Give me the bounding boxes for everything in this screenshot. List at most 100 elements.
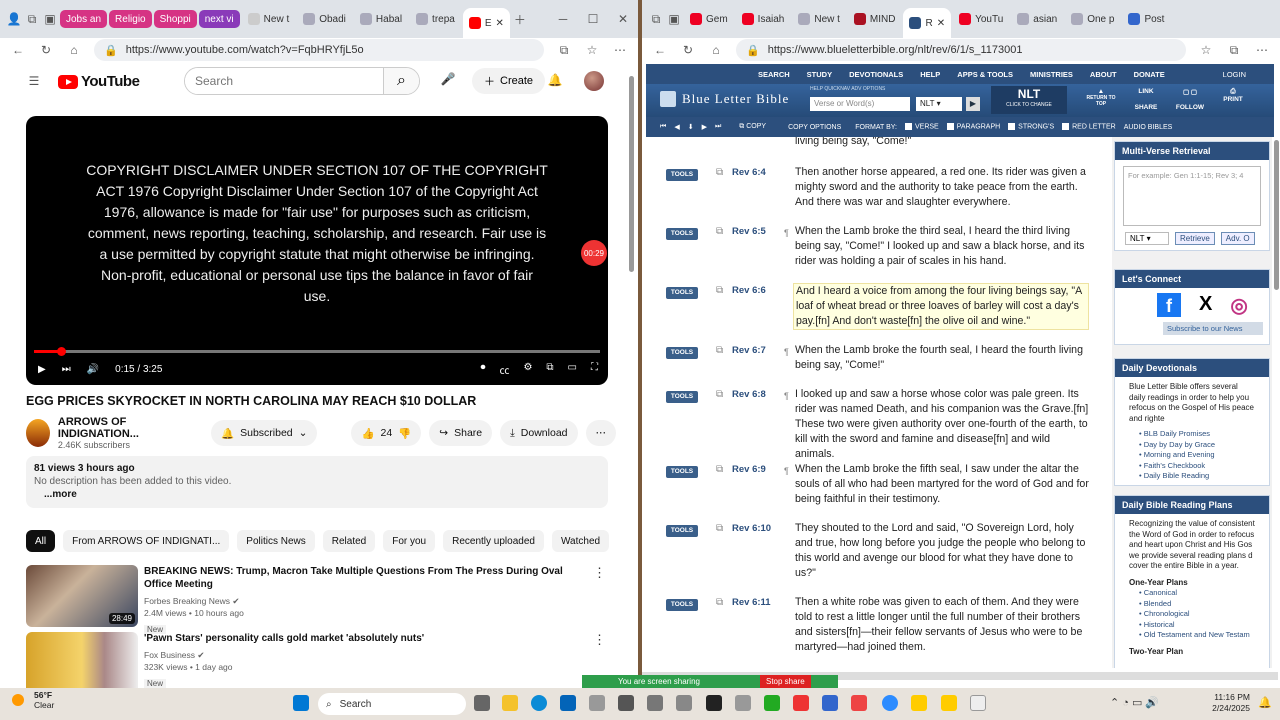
favorite-star-icon[interactable]: ☆ xyxy=(1198,42,1214,58)
mic-icon[interactable]: 🎤 xyxy=(440,71,456,87)
capcut-icon[interactable] xyxy=(706,695,722,711)
home-icon[interactable]: ⌂ xyxy=(708,42,724,58)
play-icon[interactable]: ▶ xyxy=(38,364,46,375)
tools-button[interactable]: TOOLS xyxy=(666,228,698,240)
nav-donate[interactable]: DONATE xyxy=(1134,70,1165,79)
more-vertical-icon[interactable]: ⋮ xyxy=(593,565,606,637)
follow-icons[interactable]: ▢ ▢ xyxy=(1168,88,1212,96)
blb-tab-6[interactable]: asian xyxy=(1011,5,1063,33)
audio-bibles-button[interactable]: AUDIO BIBLES xyxy=(1124,124,1173,131)
tools-button[interactable]: TOOLS xyxy=(666,466,698,478)
sticky-notes-icon[interactable] xyxy=(911,695,927,711)
autoplay-toggle-icon[interactable]: ⏺ xyxy=(480,362,485,377)
scrollbar[interactable] xyxy=(1274,140,1279,290)
retrieve-button[interactable]: Retrieve xyxy=(1175,232,1215,245)
more-actions-button[interactable]: ⋯ xyxy=(585,420,616,446)
yt-tab-2[interactable]: Shoppi xyxy=(153,10,197,28)
file-explorer-icon[interactable] xyxy=(502,695,518,711)
refresh-icon[interactable]: ↻ xyxy=(680,42,696,58)
next-icon[interactable]: ▶ xyxy=(702,123,707,131)
scrollbar[interactable] xyxy=(629,76,634,272)
taskbar-search[interactable]: ⌕ Search xyxy=(318,693,466,715)
weather-widget[interactable]: 56°F Clear xyxy=(12,690,54,710)
chip-from-channel[interactable]: From ARROWS OF INDIGNATI... xyxy=(63,530,230,552)
next-icon[interactable]: ⏭ xyxy=(62,364,71,375)
notifications-icon[interactable]: 🔔 xyxy=(1258,696,1272,709)
app-icon[interactable] xyxy=(941,695,957,711)
xbox-icon[interactable] xyxy=(764,695,780,711)
verse-ref[interactable]: Rev 6:7 xyxy=(732,345,766,356)
tools-button[interactable]: TOOLS xyxy=(666,599,698,611)
blb-tab-2[interactable]: New t xyxy=(792,5,846,33)
verse-ref[interactable]: Rev 6:10 xyxy=(732,523,771,534)
minimize-icon[interactable]: ─ xyxy=(548,12,578,26)
progress-bar[interactable] xyxy=(34,347,600,356)
devo-link[interactable]: Daily Bible Reading xyxy=(1139,471,1255,482)
tab-actions-icon[interactable]: ▣ xyxy=(666,11,682,27)
select-icon[interactable]: ⬇ xyxy=(688,123,694,131)
verse-ref[interactable]: Rev 6:11 xyxy=(732,597,771,608)
plan-link[interactable]: Historical xyxy=(1139,620,1255,631)
yt-tab-7[interactable]: trepa xyxy=(410,5,461,33)
copy-verse-icon[interactable]: ⧉ xyxy=(716,597,723,608)
close-tab-icon[interactable]: ✕ xyxy=(937,18,945,29)
task-view-icon[interactable] xyxy=(474,695,490,711)
nav-ministries[interactable]: MINISTRIES xyxy=(1030,70,1073,79)
mvr-textarea[interactable]: For example: Gen 1:1-15; Rev 3; 4 xyxy=(1123,166,1261,226)
chip-related[interactable]: Related xyxy=(322,530,376,552)
first-icon[interactable]: ⏮ xyxy=(660,123,666,131)
verse-ref[interactable]: Rev 6:9 xyxy=(732,464,766,475)
yt-tab-8[interactable]: E ✕ xyxy=(462,8,510,38)
rec-channel[interactable]: Fox Business xyxy=(144,650,195,660)
refresh-icon[interactable]: ↻ xyxy=(38,42,54,58)
blb-tab-4[interactable]: R ✕ xyxy=(903,8,952,38)
recommendation-item[interactable]: 28:49 BREAKING NEWS: Trump, Macron Take … xyxy=(26,565,606,637)
favorite-star-icon[interactable]: ☆ xyxy=(584,42,600,58)
channel-name[interactable]: ARROWS OF INDIGNATION... xyxy=(58,416,203,440)
more-link[interactable]: ...more xyxy=(34,488,600,501)
subscribed-button[interactable]: 🔔 Subscribed ⌄ xyxy=(211,420,318,446)
app-icon[interactable] xyxy=(851,695,867,711)
miniplayer-icon[interactable]: ⧉ xyxy=(546,362,553,377)
nav-help[interactable]: HELP xyxy=(920,70,940,79)
search-button[interactable]: ⌕ xyxy=(383,68,419,94)
copy-verse-icon[interactable]: ⧉ xyxy=(716,523,723,534)
copy-verse-icon[interactable]: ⧉ xyxy=(716,285,723,296)
download-button[interactable]: ⤓ Download xyxy=(500,420,578,446)
app-icon[interactable] xyxy=(735,695,751,711)
new-tab-button[interactable]: ＋ xyxy=(512,11,528,27)
clock[interactable]: 11:16 PM 2/24/2025 xyxy=(1212,692,1250,714)
facebook-icon[interactable]: f xyxy=(1157,293,1181,317)
blb-tab-8[interactable]: Post xyxy=(1122,5,1170,33)
tools-button[interactable]: TOOLS xyxy=(666,169,698,181)
nav-devotionals[interactable]: DEVOTIONALS xyxy=(849,70,903,79)
yt-tab-6[interactable]: Habal xyxy=(354,5,408,33)
paragraph-option[interactable]: PARAGRAPH xyxy=(946,123,1000,131)
chip-politics-news[interactable]: Politics News xyxy=(237,530,315,552)
notifications-bell-icon[interactable]: 🔔 xyxy=(547,72,563,88)
url-field[interactable]: 🔒 https://www.youtube.com/watch?v=FqbHRYf… xyxy=(94,39,544,61)
recommendation-item[interactable]: 'Pawn Stars' personality calls gold mark… xyxy=(26,632,606,688)
red-letter-option[interactable]: RED LETTER xyxy=(1062,123,1116,131)
devo-link[interactable]: Day by Day by Grace xyxy=(1139,440,1255,451)
settings-gear-icon[interactable] xyxy=(647,695,663,711)
instagram-icon[interactable]: ◎ xyxy=(1230,293,1247,318)
advanced-options-button[interactable]: Adv. O xyxy=(1220,232,1255,245)
chip-watched[interactable]: Watched xyxy=(551,530,610,552)
zoom-icon[interactable] xyxy=(882,695,898,711)
login-link[interactable]: LOGIN xyxy=(1223,70,1246,79)
copy-verse-icon[interactable]: ⧉ xyxy=(716,389,723,400)
volume-icon[interactable]: 🔊 xyxy=(87,364,99,375)
rec-title[interactable]: 'Pawn Stars' personality calls gold mark… xyxy=(144,632,584,645)
prev-icon[interactable]: ◀ xyxy=(674,123,679,131)
extensions-icon[interactable]: ⧉ xyxy=(1226,42,1242,58)
share-button[interactable]: ↪ Share xyxy=(429,420,493,446)
workspaces-icon[interactable]: ⧉ xyxy=(24,11,40,27)
version-select[interactable]: NLT ▾ xyxy=(916,97,962,111)
yt-tab-4[interactable]: New t xyxy=(242,5,296,33)
extensions-icon[interactable]: ⧉ xyxy=(556,42,572,58)
subscribe-button[interactable]: Subscribe to our News xyxy=(1163,322,1263,335)
app-icon[interactable] xyxy=(822,695,838,711)
app-icon[interactable] xyxy=(793,695,809,711)
calculator-icon[interactable] xyxy=(618,695,634,711)
